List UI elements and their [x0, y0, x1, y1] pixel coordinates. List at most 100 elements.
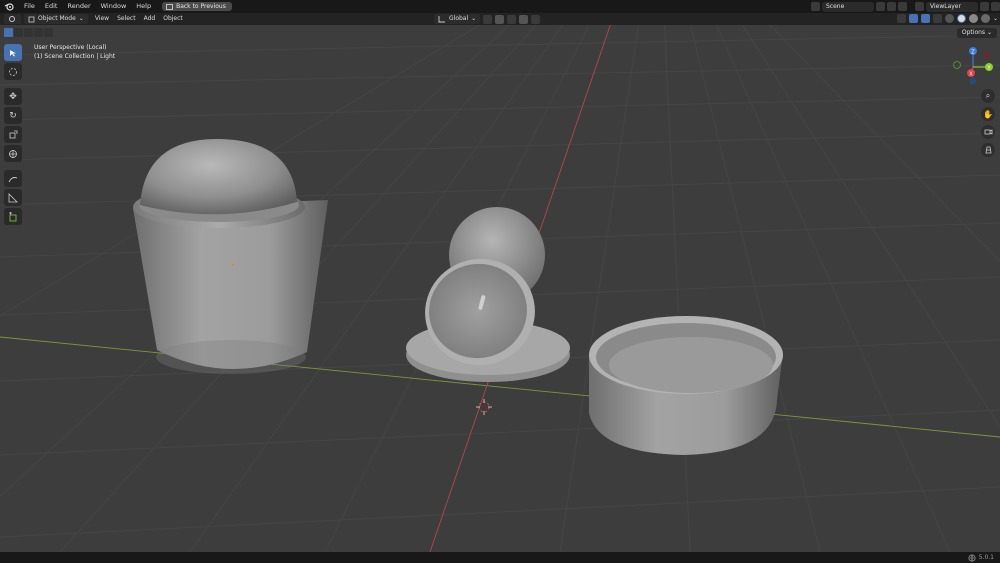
gizmo-x-label: X	[969, 72, 973, 78]
view-layer-icon[interactable]	[915, 2, 924, 11]
viewport-scene[interactable]: Z Y X	[0, 25, 1000, 552]
chevron-down-icon: ⌄	[78, 15, 84, 22]
status-bar: 5.0.1	[0, 552, 1000, 563]
options-label: Options	[961, 29, 986, 36]
chevron-down-icon: ⌄	[471, 15, 477, 22]
measure-tool-button[interactable]	[4, 189, 22, 206]
scale-tool-button[interactable]	[4, 126, 22, 143]
ortho-toggle-button[interactable]	[981, 143, 995, 157]
delete-scene-icon[interactable]	[898, 2, 907, 11]
gizmo-z-label: Z	[971, 50, 975, 56]
add-cube-icon	[9, 211, 17, 221]
transform-controls: Global ⌄	[434, 14, 541, 24]
material-shading-icon[interactable]	[968, 14, 978, 23]
version-label: 5.0.1	[978, 554, 994, 561]
3d-cursor-tool-icon	[9, 67, 17, 76]
options-dropdown[interactable]: Options ⌄	[956, 28, 997, 38]
3d-viewport[interactable]: Z Y X User Perspective (Local) (1) Scene…	[0, 25, 1000, 552]
transform-icon	[9, 149, 17, 158]
delete-view-layer-icon[interactable]	[991, 2, 1000, 11]
globe-icon	[968, 553, 976, 562]
cursor-tool-icon	[10, 49, 16, 56]
menu-help[interactable]: Help	[131, 0, 156, 13]
new-view-layer-icon[interactable]	[980, 2, 989, 11]
snap-icon[interactable]	[495, 14, 505, 24]
pan-button[interactable]: ✋	[981, 107, 995, 121]
select-intersect-mode-icon[interactable]	[44, 28, 53, 37]
scene-controls: Scene ViewLayer	[811, 1, 1000, 12]
back-to-previous-button[interactable]: Back to Previous	[162, 2, 232, 11]
zoom-icon: ⌕	[985, 91, 991, 100]
pivot-point-icon[interactable]	[483, 14, 493, 24]
visibility-icon[interactable]	[896, 14, 906, 23]
scene-field[interactable]: Scene	[822, 1, 874, 12]
menu-object[interactable]: Object	[159, 14, 187, 24]
add-cube-tool-button[interactable]	[4, 208, 22, 225]
chevron-down-icon[interactable]: ⌄	[993, 15, 998, 22]
back-icon	[166, 3, 173, 10]
rotate-tool-button[interactable]: ↻	[4, 107, 22, 124]
rotate-icon: ↻	[9, 110, 17, 121]
scene-name: Scene	[826, 2, 845, 10]
editor-type-dropdown[interactable]	[4, 14, 21, 24]
object-mode-icon	[28, 16, 35, 22]
gizmo-toggle-icon[interactable]	[908, 14, 918, 23]
3d-cursor-icon[interactable]	[476, 399, 492, 415]
select-invert-mode-icon[interactable]	[34, 28, 43, 37]
rendered-shading-icon[interactable]	[980, 14, 990, 23]
select-extend-mode-icon[interactable]	[14, 28, 23, 37]
move-icon: ✥	[9, 91, 17, 102]
zoom-button[interactable]: ⌕	[981, 89, 995, 103]
scale-icon	[9, 130, 17, 139]
menu-add[interactable]: Add	[140, 14, 160, 24]
version-info: 5.0.1	[968, 553, 994, 562]
selection-mode-buttons	[4, 28, 53, 37]
snap-target-icon[interactable]	[507, 14, 517, 24]
perspective-label: User Perspective (Local)	[34, 44, 107, 51]
menu-view[interactable]: View	[91, 14, 113, 24]
object-mode-dropdown[interactable]: Object Mode ⌄	[24, 14, 88, 24]
annotate-tool-button[interactable]	[4, 170, 22, 187]
scene-icon[interactable]	[811, 2, 820, 11]
chevron-down-icon: ⌄	[986, 29, 992, 36]
measure-icon	[8, 192, 18, 202]
view-layer-name: ViewLayer	[930, 2, 961, 10]
pin-icon[interactable]	[876, 2, 885, 11]
shading-controls: ⌄	[896, 14, 998, 23]
menu-file[interactable]: File	[19, 0, 40, 13]
camera-view-button[interactable]	[981, 125, 995, 139]
transform-tool-button[interactable]	[4, 145, 22, 162]
blender-logo-icon[interactable]	[3, 2, 15, 12]
menu-render[interactable]: Render	[62, 0, 95, 13]
back-button-label: Back to Previous	[176, 3, 226, 10]
view-layer-field[interactable]: ViewLayer	[926, 1, 978, 12]
viewport-header: Object Mode ⌄ View Select Add Object Glo…	[0, 13, 1000, 25]
menu-window[interactable]: Window	[96, 0, 132, 13]
menu-select[interactable]: Select	[113, 14, 140, 24]
cursor-tool-button[interactable]	[4, 63, 22, 80]
wireframe-shading-icon[interactable]	[944, 14, 954, 23]
editor-type-icon	[9, 16, 15, 22]
camera-icon	[984, 129, 992, 135]
falloff-icon[interactable]	[531, 14, 541, 24]
menu-edit[interactable]: Edit	[40, 0, 63, 13]
top-menu-bar: File Edit Render Window Help Back to Pre…	[0, 0, 1000, 13]
proportional-edit-icon[interactable]	[519, 14, 529, 24]
transform-orientation-dropdown[interactable]: Global ⌄	[434, 14, 481, 24]
select-subtract-mode-icon[interactable]	[24, 28, 33, 37]
select-box-mode-icon[interactable]	[4, 28, 13, 37]
new-scene-icon[interactable]	[887, 2, 896, 11]
grid-view-icon	[985, 146, 991, 154]
overlay-toggle-icon[interactable]	[920, 14, 930, 23]
move-tool-button[interactable]: ✥	[4, 88, 22, 105]
transform-orientation-label: Global	[449, 15, 469, 22]
navigation-tools: ⌕ ✋	[981, 89, 995, 157]
dome-cylinder-object[interactable]	[133, 138, 328, 374]
select-tool-button[interactable]	[4, 44, 22, 61]
solid-shading-icon[interactable]	[956, 14, 966, 23]
xray-toggle-icon[interactable]	[932, 14, 942, 23]
object-mode-label: Object Mode	[38, 15, 76, 22]
tray-object[interactable]	[589, 316, 783, 455]
viewport-info: User Perspective (Local) (1) Scene Colle…	[34, 43, 115, 61]
hand-icon: ✋	[983, 109, 993, 119]
